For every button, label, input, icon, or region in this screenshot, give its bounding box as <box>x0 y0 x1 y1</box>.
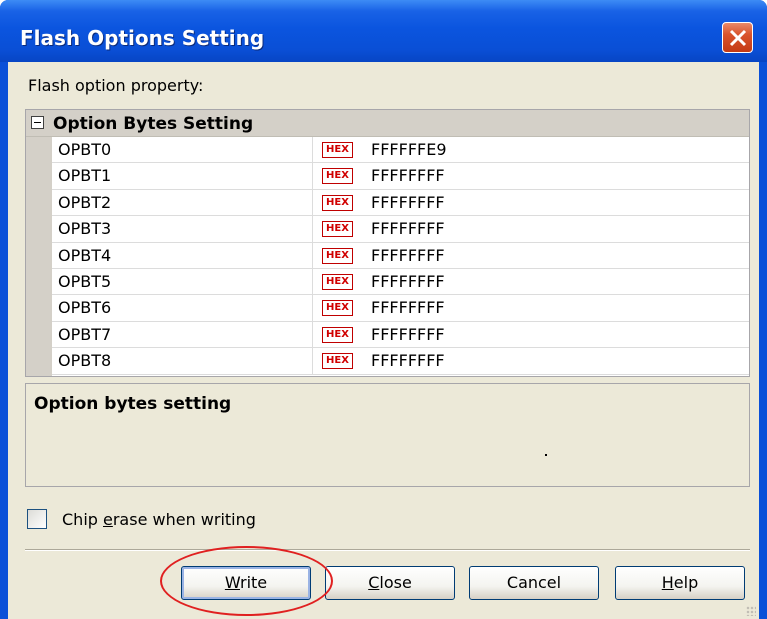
property-rows: OPBT0 HEX FFFFFFE9 OPBT1 HEX FFFFFFFF OP… <box>52 137 749 375</box>
close-x-icon <box>729 29 747 47</box>
chip-erase-checkbox[interactable] <box>27 509 47 529</box>
column-divider <box>312 216 313 242</box>
column-divider <box>312 348 313 374</box>
hex-badge-icon: HEX <box>322 247 353 264</box>
property-value[interactable]: FFFFFFFF <box>371 298 445 317</box>
property-grid[interactable]: Option Bytes Setting OPBT0 HEX FFFFFFE9 … <box>25 109 750 377</box>
property-row[interactable]: OPBT8 HEX FFFFFFFF <box>52 348 749 375</box>
hex-badge-icon: HEX <box>322 353 353 370</box>
property-value[interactable]: FFFFFFFF <box>371 246 445 265</box>
window-title: Flash Options Setting <box>20 26 265 50</box>
property-row[interactable]: OPBT0 HEX FFFFFFE9 <box>52 137 749 164</box>
hex-badge-icon: HEX <box>322 221 353 238</box>
property-value[interactable]: FFFFFFFF <box>371 219 445 238</box>
cancel-button[interactable]: Cancel <box>469 566 599 600</box>
chip-erase-label[interactable]: Chip erase when writing <box>62 510 256 529</box>
dialog-window: Flash Options Setting Flash option prope… <box>0 0 767 619</box>
property-name: OPBT6 <box>58 298 112 318</box>
column-divider <box>312 295 313 321</box>
column-divider <box>312 163 313 189</box>
separator <box>25 549 750 551</box>
property-value[interactable]: FFFFFFFF <box>371 325 445 344</box>
hex-badge-icon: HEX <box>322 273 353 290</box>
resize-grip[interactable] <box>746 606 756 616</box>
description-dot <box>545 454 547 456</box>
dialog-client-area: Flash option property: Option Bytes Sett… <box>8 62 759 619</box>
grid-gutter <box>26 137 52 376</box>
close-button[interactable]: Close <box>325 566 455 600</box>
property-value[interactable]: FFFFFFE9 <box>371 140 447 159</box>
property-row[interactable]: OPBT7 HEX FFFFFFFF <box>52 321 749 349</box>
minus-box-icon[interactable] <box>31 116 44 129</box>
property-value[interactable]: FFFFFFFF <box>371 166 445 185</box>
property-name: OPBT3 <box>58 219 112 239</box>
hex-badge-icon: HEX <box>322 300 353 317</box>
property-label: Flash option property: <box>28 76 204 95</box>
hex-badge-icon: HEX <box>322 326 353 343</box>
column-divider <box>312 321 313 348</box>
property-value[interactable]: FFFFFFFF <box>371 193 445 212</box>
property-name: OPBT2 <box>58 192 112 212</box>
column-divider <box>312 137 313 163</box>
property-name: OPBT0 <box>58 140 112 159</box>
close-window-button[interactable] <box>722 22 753 53</box>
help-button[interactable]: Help <box>615 566 745 600</box>
property-name: OPBT5 <box>58 271 112 291</box>
category-row[interactable]: Option Bytes Setting <box>26 110 749 137</box>
hex-badge-icon: HEX <box>322 194 353 211</box>
description-title: Option bytes setting <box>34 394 232 414</box>
title-bar[interactable]: Flash Options Setting <box>0 0 767 62</box>
column-divider <box>312 189 313 216</box>
highlight-ellipse <box>160 546 333 616</box>
property-name: OPBT4 <box>58 245 112 265</box>
property-name: OPBT8 <box>58 351 112 371</box>
property-row[interactable]: OPBT3 HEX FFFFFFFF <box>52 216 749 243</box>
hex-badge-icon: HEX <box>322 142 353 158</box>
description-panel: Option bytes setting <box>25 383 750 487</box>
property-name: OPBT1 <box>58 166 112 186</box>
category-label: Option Bytes Setting <box>53 114 254 134</box>
column-divider <box>312 268 313 295</box>
property-row[interactable]: OPBT2 HEX FFFFFFFF <box>52 189 749 217</box>
property-row[interactable]: OPBT4 HEX FFFFFFFF <box>52 242 749 269</box>
property-value[interactable]: FFFFFFFF <box>371 272 445 291</box>
property-row[interactable]: OPBT5 HEX FFFFFFFF <box>52 268 749 296</box>
property-row[interactable]: OPBT1 HEX FFFFFFFF <box>52 163 749 190</box>
property-name: OPBT7 <box>58 324 112 344</box>
property-value[interactable]: FFFFFFFF <box>371 351 445 370</box>
column-divider <box>312 242 313 268</box>
hex-badge-icon: HEX <box>322 168 353 185</box>
property-row[interactable]: OPBT6 HEX FFFFFFFF <box>52 295 749 322</box>
